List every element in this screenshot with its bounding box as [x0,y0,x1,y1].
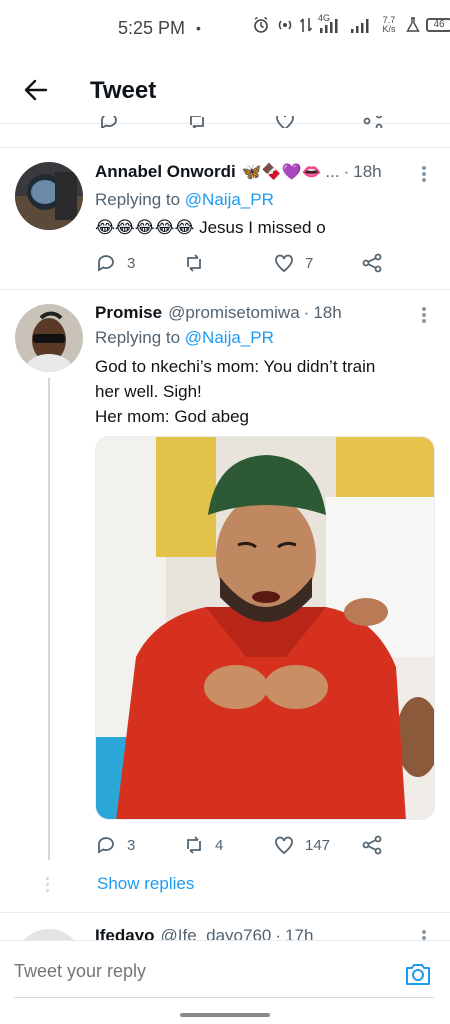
text-body: Jesus I missed o [199,218,326,237]
tweet-header: Annabel Onwordi 🦋🍫💜👄 ... · 18h [95,162,435,182]
tweet-image[interactable] [95,436,435,820]
separator: · [275,926,282,941]
replying-to: Replying to @Naija_PR [95,190,274,210]
page-title: Tweet [90,77,157,104]
flask-icon [406,17,420,32]
name-emojis: 🦋🍫💜👄 [241,164,322,181]
home-indicator [180,1013,270,1017]
signal-icon [351,19,369,33]
retweet-button[interactable]: 4 [183,834,223,856]
avatar[interactable] [15,162,83,230]
heart-icon [275,254,293,273]
heart-icon [276,116,294,128]
like-button[interactable]: 7 [273,252,313,274]
replying-label: Replying to [95,190,181,209]
reply-count: 3 [127,836,136,854]
retweet-count: 4 [215,836,224,854]
status-icons: 4G 7.7 K/s 46 [252,14,450,34]
status-bar: 5:25 PM • 4G 7.7 K/s 46 [0,0,450,58]
replying-mention[interactable]: @Naija_PR [185,328,274,347]
alarm-icon [254,16,268,33]
text-line: Her mom: God abeg [95,407,250,426]
retweet-icon [187,836,201,854]
previous-tweet-actions [0,116,450,128]
camera-button[interactable] [404,961,432,987]
share-icon [362,835,382,855]
tweet-text: 😂😂😂😂😂 Jesus I missed o [95,215,425,240]
replying-mention[interactable]: @Naija_PR [185,190,274,209]
avatar[interactable] [15,304,83,372]
share-button[interactable] [361,252,383,274]
hotspot-icon [278,20,292,30]
reply-button[interactable]: 3 [95,252,135,274]
signal-4g-icon: 4G [318,14,344,34]
text-line: God to nkechi’s mom: You didn’t train [95,357,376,376]
input-underline [14,997,434,998]
separator: · [343,162,350,181]
share-button[interactable] [361,834,383,856]
tweet-actions: 3 4 147 [95,834,395,858]
tweet-time[interactable]: 18h [313,303,341,323]
tweet-time[interactable]: 17h [285,926,313,941]
reply-input[interactable] [14,961,384,982]
display-name[interactable]: Ifedayo [95,926,155,941]
network-speed-unit: K/s [382,24,396,34]
status-dot: • [196,20,201,36]
share-icon [363,116,383,128]
name-truncation: ... [325,162,340,181]
like-button[interactable]: 147 [273,834,330,856]
heart-icon [275,836,293,855]
more-options-icon[interactable] [422,305,428,325]
replying-to: Replying to @Naija_PR [95,328,274,348]
replying-label: Replying to [95,328,181,347]
camera-icon [406,964,430,985]
like-count: 147 [305,836,331,854]
retweet-button[interactable] [183,252,215,274]
retweet-icon [190,116,204,128]
share-icon [362,253,382,273]
tweet-text: God to nkechi’s mom: You didn’t train he… [95,354,425,429]
separator: · [303,303,310,322]
handle[interactable]: @Ife_dayo760 [161,926,272,941]
display-name[interactable]: Promise [95,303,162,323]
thread-continuation-dots [46,877,49,895]
reply-count: 3 [127,254,136,272]
network-speed: 7.7 K/s [378,16,400,34]
arrow-left-icon [24,79,48,101]
reply-icon [101,116,117,128]
handle[interactable]: @promisetomiwa [168,303,300,323]
show-replies-link[interactable]: Show replies [97,874,194,894]
reply-icon [98,255,114,272]
display-name[interactable]: Annabel Onwordi [95,162,236,182]
thread-line [48,378,50,860]
reply-icon [98,837,114,854]
tweet-time[interactable]: 18h [353,162,381,182]
battery-level: 46 [433,19,445,30]
battery-icon: 46 [426,18,450,32]
tweet-actions: 3 7 [95,252,395,276]
data-transfer-icon [300,18,312,32]
text-line: her well. Sigh! [95,382,202,401]
text-emojis: 😂😂😂😂😂 [95,218,195,237]
like-count: 7 [305,254,314,272]
top-bar: Tweet [0,58,450,124]
retweet-icon [187,254,201,272]
status-time: 5:25 PM [118,18,186,38]
reply-composer [0,940,450,1024]
more-options-icon[interactable] [422,164,428,184]
tweet-header: Promise @promisetomiwa · 18h [95,303,435,323]
tweet-annabel[interactable]: Annabel Onwordi 🦋🍫💜👄 ... · 18h Replying … [0,148,450,288]
tweet-header: Ifedayo @Ife_dayo760 · 17h [95,926,435,941]
reply-button[interactable]: 3 [95,834,135,856]
back-button[interactable] [22,76,50,104]
tweet-ifedayo[interactable]: Ifedayo @Ife_dayo760 · 17h [0,913,450,941]
